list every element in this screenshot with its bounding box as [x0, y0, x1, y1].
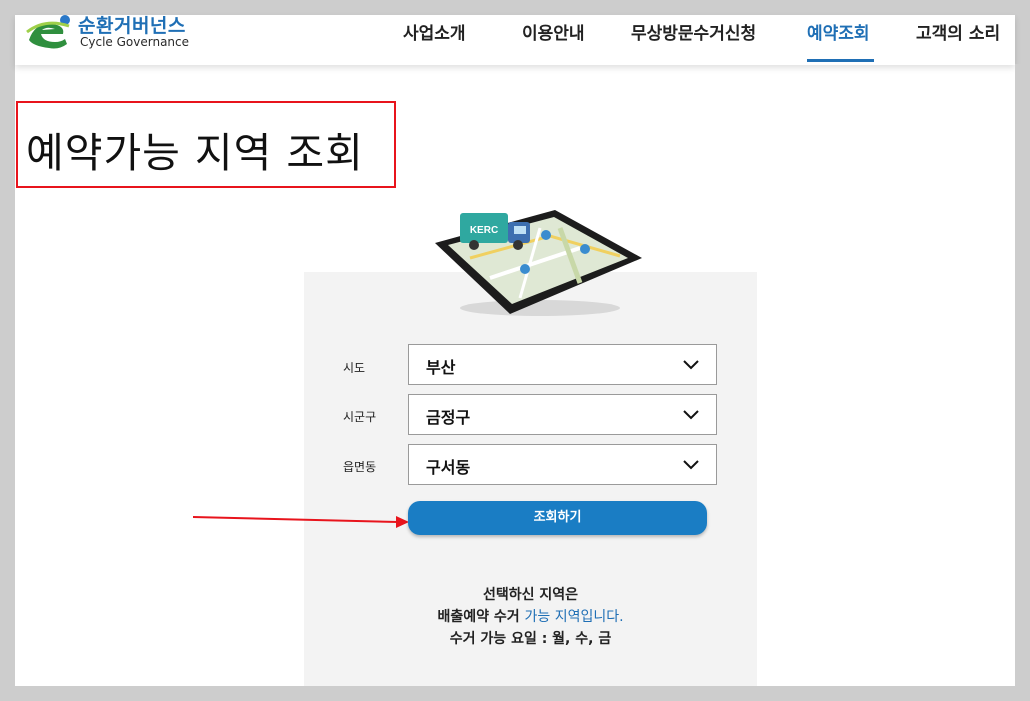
- chevron-down-icon: [683, 360, 699, 370]
- nav-item-free-pickup[interactable]: 무상방문수거신청: [631, 19, 756, 44]
- nav-item-guide[interactable]: 이용안내: [522, 19, 585, 44]
- nav-item-customer-voice[interactable]: 고객의 소리: [916, 19, 1000, 44]
- page-title: 예약가능 지역 조회: [26, 129, 364, 177]
- truck-label: KERC: [470, 225, 498, 236]
- field-label-sido: 시도: [343, 361, 366, 375]
- sido-select[interactable]: 부산: [408, 344, 717, 385]
- chevron-down-icon: [683, 410, 699, 420]
- tablet-map-illustration: KERC: [435, 210, 642, 316]
- result-line-1: 선택하신 지역은: [482, 587, 579, 603]
- search-submit-button[interactable]: 조회하기: [408, 501, 707, 535]
- page-scrollbar[interactable]: [1015, 64, 1030, 686]
- nav-item-reservation[interactable]: 예약조회: [807, 19, 870, 44]
- eupmyeondong-select-value: 구서동: [426, 458, 471, 477]
- sido-select-value: 부산: [426, 358, 456, 377]
- nav-item-business[interactable]: 사업소개: [403, 19, 466, 44]
- eupmyeondong-select[interactable]: 구서동: [408, 444, 717, 485]
- result-pickup-days: 수거 가능 요일 : 월, 수, 금: [449, 631, 612, 647]
- result-line-2-prefix: 배출예약 수거: [437, 609, 525, 625]
- sigungu-select[interactable]: 금정구: [408, 394, 717, 435]
- result-line-2: 배출예약 수거 가능 지역입니다.: [304, 606, 757, 626]
- result-availability-highlight: 가능 지역입니다.: [524, 609, 624, 625]
- sigungu-select-value: 금정구: [426, 408, 471, 427]
- chevron-down-icon: [683, 460, 699, 470]
- field-label-sigungu: 시군구: [343, 410, 377, 424]
- annotation-arrow-icon: [193, 516, 409, 528]
- main-nav: 사업소개 이용안내 무상방문수거신청 예약조회 고객의 소리: [0, 15, 1030, 62]
- active-nav-underline: [807, 59, 874, 62]
- field-label-eupmyeondong: 읍면동: [343, 460, 377, 474]
